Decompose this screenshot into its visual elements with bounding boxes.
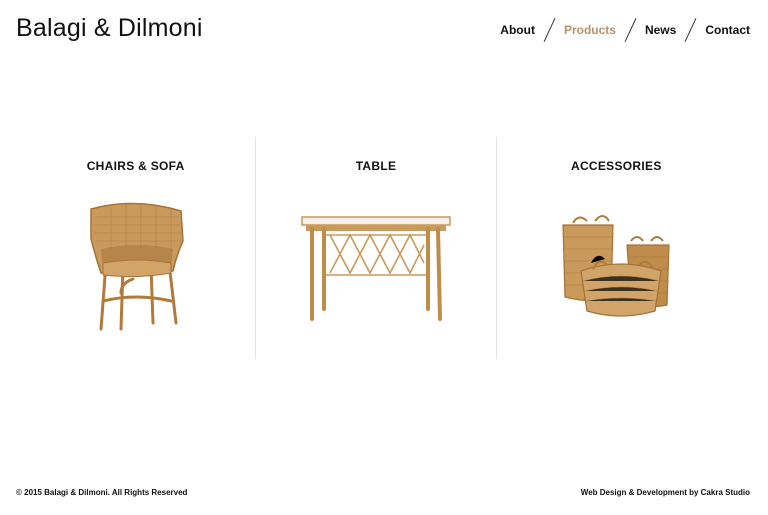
nav-about[interactable]: About <box>500 23 535 37</box>
category-title: CHAIRS & SOFA <box>86 159 185 173</box>
category-accessories[interactable]: ACCESSORIES <box>495 137 736 359</box>
category-table[interactable]: TABLE <box>255 137 495 359</box>
nav-news[interactable]: News <box>645 23 676 37</box>
product-categories: CHAIRS & SOFA TABLE ACCESSORIES <box>16 137 736 359</box>
category-title: ACCESSORIES <box>570 159 662 173</box>
nav-separator <box>624 18 637 42</box>
brand-logo[interactable]: Balagi & Dilmoni <box>16 14 203 43</box>
wicker-chair-image[interactable] <box>16 201 255 336</box>
category-title: TABLE <box>355 159 397 173</box>
rattan-table-image[interactable] <box>256 201 495 336</box>
nav-contact[interactable]: Contact <box>705 23 750 37</box>
nav-separator <box>684 18 697 42</box>
main-nav: About Products News Contact <box>500 16 750 44</box>
category-chairs-sofa[interactable]: CHAIRS & SOFA <box>16 137 255 359</box>
wicker-baskets-image[interactable] <box>497 201 736 336</box>
footer-credit[interactable]: Web Design & Development by Cakra Studio <box>581 488 750 497</box>
nav-separator <box>543 18 556 42</box>
nav-products[interactable]: Products <box>564 23 616 37</box>
footer-copyright: © 2015 Balagi & Dilmoni. All Rights Rese… <box>16 488 188 497</box>
